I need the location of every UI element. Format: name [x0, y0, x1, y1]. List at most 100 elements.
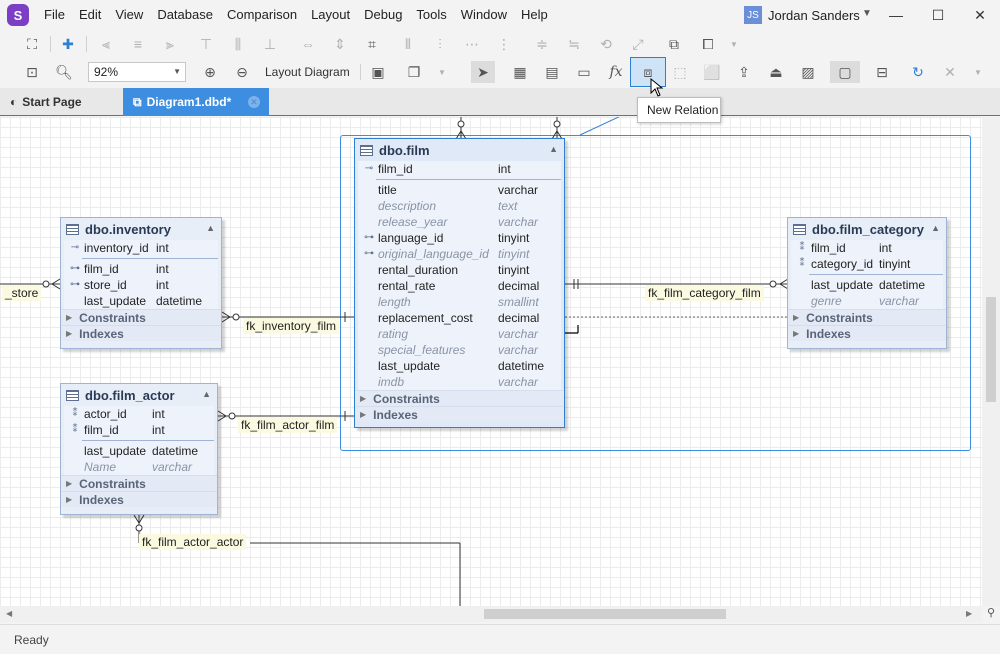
zoom-out-icon[interactable]: ⊖ — [230, 61, 254, 83]
column-row[interactable]: ⊶ film_id int — [64, 261, 218, 277]
relation-label-film-actor-actor[interactable]: fk_film_actor_actor — [139, 534, 247, 550]
section-indexes[interactable]: ▶ Indexes — [61, 325, 221, 341]
distribute-v-icon[interactable]: ⫶ — [428, 33, 452, 55]
tab-diagram[interactable]: ⧉ Diagram1.dbd* ✕ — [123, 88, 269, 116]
column-row[interactable]: release_year varchar — [358, 214, 561, 230]
note-tool-icon[interactable]: ▢ — [830, 61, 860, 83]
column-row[interactable]: rental_duration tinyint — [358, 262, 561, 278]
entity-header[interactable]: dbo.film_actor ▲ — [61, 384, 217, 406]
procedure-tool-icon[interactable]: ▭ — [572, 61, 596, 83]
cancel-icon[interactable]: ✕ — [938, 61, 962, 83]
column-row[interactable]: replacement_cost decimal — [358, 310, 561, 326]
spacing-v-icon[interactable]: ⋮ — [492, 33, 516, 55]
column-row[interactable]: last_update datetime — [64, 293, 218, 309]
menu-tools[interactable]: Tools — [409, 0, 453, 30]
stamp-icon[interactable]: ⏏ — [764, 61, 788, 83]
menu-debug[interactable]: Debug — [357, 0, 409, 30]
chevron-down-icon[interactable]: ▼ — [966, 61, 990, 83]
section-indexes[interactable]: ▶ Indexes — [355, 406, 564, 422]
same-width-icon[interactable]: ⇔ — [296, 33, 320, 55]
column-row[interactable]: imdb varchar — [358, 374, 561, 390]
refresh-icon[interactable]: ↻ — [906, 61, 930, 83]
collapse-icon[interactable]: ▲ — [549, 144, 558, 154]
entity-header[interactable]: dbo.film_category ▲ — [788, 218, 946, 240]
rotate-icon[interactable]: ⟲ — [594, 33, 618, 55]
section-constraints[interactable]: ▶ Constraints — [788, 309, 946, 325]
maximize-button[interactable]: ☐ — [920, 0, 956, 30]
expand-icon[interactable]: ▶ — [66, 329, 72, 338]
column-row[interactable]: genre varchar — [791, 293, 943, 309]
spacing-h-icon[interactable]: ⋯ — [460, 33, 484, 55]
align-top-icon[interactable]: ⊤ — [194, 33, 218, 55]
column-row[interactable]: length smallint — [358, 294, 561, 310]
close-icon[interactable]: ✕ — [248, 96, 260, 108]
scroll-right-icon[interactable]: ▶ — [966, 609, 972, 618]
column-row[interactable]: ⁑ actor_id int — [64, 406, 214, 422]
vertical-scrollbar[interactable] — [982, 117, 1000, 606]
menu-edit[interactable]: Edit — [72, 0, 108, 30]
column-row[interactable]: rental_rate decimal — [358, 278, 561, 294]
section-indexes[interactable]: ▶ Indexes — [788, 325, 946, 341]
fit-icon[interactable]: ⛶ — [20, 33, 44, 55]
entity-header[interactable]: dbo.film ▲ — [355, 139, 564, 161]
relation-label-inventory-film[interactable]: fk_inventory_film — [243, 318, 340, 334]
entity-inventory[interactable]: dbo.inventory ▲ ⊸ inventory_id int ⊶ film_id… — [60, 217, 222, 349]
image-tool-icon[interactable]: ▨ — [796, 61, 820, 83]
menu-database[interactable]: Database — [150, 0, 220, 30]
entity-film[interactable]: dbo.film ▲ ⊸ film_id int title varchar descri… — [354, 138, 565, 428]
align-right-icon[interactable]: ⫸ — [158, 33, 182, 55]
section-constraints[interactable]: ▶ Constraints — [355, 390, 564, 406]
section-constraints[interactable]: ▶ Constraints — [61, 309, 221, 325]
relation-label-film-actor-film[interactable]: fk_film_actor_film — [238, 417, 338, 433]
image-export-icon[interactable]: ▣ — [366, 61, 390, 83]
column-row[interactable]: last_update datetime — [358, 358, 561, 374]
zoom-fit-icon[interactable]: ⊡ — [20, 61, 44, 83]
virtual-relation-icon[interactable]: ⬚ — [668, 61, 692, 83]
column-row[interactable]: last_update datetime — [64, 443, 214, 459]
column-row[interactable]: ⁑ film_id int — [791, 240, 943, 256]
zoom-select[interactable]: 92% ▼ — [88, 62, 186, 82]
horizontal-scrollbar[interactable]: ◀ ▶ — [0, 606, 982, 622]
connect-icon[interactable]: ⧠ — [696, 33, 720, 55]
container-tool-icon[interactable]: ⬜ — [700, 61, 724, 83]
chevron-down-icon[interactable]: ▼ — [430, 61, 454, 83]
table-tool-icon[interactable]: ▦ — [508, 61, 532, 83]
collapse-icon[interactable]: ▲ — [206, 223, 215, 233]
same-height-icon[interactable]: ⇕ — [328, 33, 352, 55]
expand-icon[interactable]: ▶ — [793, 313, 799, 322]
page-icon[interactable]: ❐ — [402, 61, 426, 83]
center-add-icon[interactable]: ✚ — [56, 33, 80, 55]
function-tool-icon[interactable]: fx — [604, 61, 628, 83]
minimize-button[interactable]: — — [878, 0, 914, 30]
align-bottom-icon[interactable]: ⊥ — [258, 33, 282, 55]
entity-film-actor[interactable]: dbo.film_actor ▲ ⁑ actor_id int ⁑ film_id int… — [60, 383, 218, 515]
column-row[interactable]: Name varchar — [64, 459, 214, 475]
section-indexes[interactable]: ▶ Indexes — [61, 491, 217, 507]
order-front-icon[interactable]: ≑ — [530, 33, 554, 55]
order-back-icon[interactable]: ≒ — [562, 33, 586, 55]
column-row[interactable]: ⊶ language_id tinyint — [358, 230, 561, 246]
menu-file[interactable]: File — [37, 0, 72, 30]
close-window-button[interactable]: ✕ — [962, 0, 998, 30]
zoom-in-icon[interactable]: ⊕ — [198, 61, 222, 83]
expand-icon[interactable]: ▶ — [66, 313, 72, 322]
menu-comparison[interactable]: Comparison — [220, 0, 304, 30]
expand-icon[interactable]: ▶ — [66, 479, 72, 488]
column-row[interactable]: ⁑ category_id tinyint — [791, 256, 943, 272]
chevron-down-icon[interactable]: ▼ — [722, 33, 746, 55]
tab-start-page[interactable]: ◐ Start Page — [0, 88, 120, 116]
column-row[interactable]: ⊶ original_language_id tinyint — [358, 246, 561, 262]
zoom-corner-icon[interactable]: ⚲ — [982, 606, 1000, 622]
export-icon[interactable]: ⇪ — [732, 61, 756, 83]
align-center-icon[interactable]: ≡ — [126, 33, 150, 55]
menu-help[interactable]: Help — [514, 0, 555, 30]
column-row[interactable]: ⊸ film_id int — [358, 161, 561, 177]
distribute-h-icon[interactable]: ⦀ — [396, 33, 420, 55]
column-row[interactable]: ⊶ store_id int — [64, 277, 218, 293]
menu-layout[interactable]: Layout — [304, 0, 357, 30]
entity-header[interactable]: dbo.inventory ▲ — [61, 218, 221, 240]
column-row[interactable]: title varchar — [358, 182, 561, 198]
scroll-left-icon[interactable]: ◀ — [6, 609, 12, 618]
resize-icon[interactable]: ⤢ — [626, 33, 650, 55]
layout-diagram-button[interactable]: Layout Diagram — [265, 62, 350, 82]
